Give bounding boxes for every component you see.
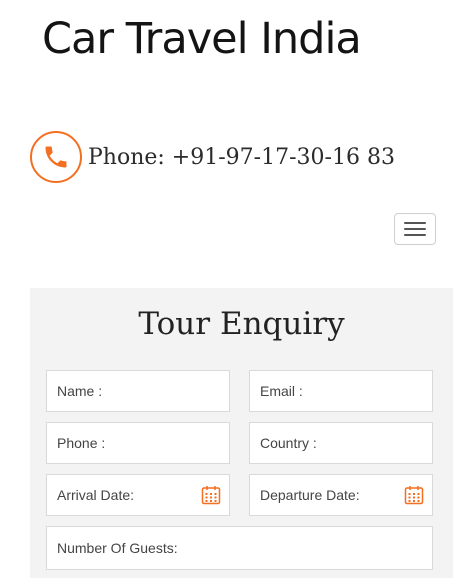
form-title: Tour Enquiry [138, 306, 345, 342]
name-field[interactable]: Name : [46, 370, 230, 412]
country-field[interactable]: Country : [249, 422, 433, 464]
departure-date-field[interactable]: Departure Date: [249, 474, 433, 516]
phone-number: Phone: +91-97-17-30-16 83 [88, 144, 395, 170]
email-field[interactable]: Email : [249, 370, 433, 412]
arrival-date-field[interactable]: Arrival Date: [46, 474, 230, 516]
calendar-icon[interactable] [201, 485, 221, 505]
site-title[interactable]: Car Travel India [42, 14, 362, 64]
phone-placeholder: Phone : [57, 435, 106, 451]
country-placeholder: Country : [260, 435, 317, 451]
phone-icon [30, 131, 82, 183]
guests-placeholder: Number Of Guests: [57, 540, 178, 556]
arrival-date-placeholder: Arrival Date: [57, 487, 135, 503]
departure-date-placeholder: Departure Date: [260, 487, 360, 503]
name-placeholder: Name : [57, 383, 103, 399]
hamburger-menu-icon[interactable] [394, 213, 436, 245]
menu-bar [404, 234, 426, 236]
tour-enquiry-form: Tour Enquiry Name : Email : Phone : Coun… [30, 288, 453, 578]
menu-bar [404, 228, 426, 230]
guests-field[interactable]: Number Of Guests: [46, 526, 433, 570]
email-placeholder: Email : [260, 383, 303, 399]
menu-bar [404, 222, 426, 224]
contact-phone[interactable]: Phone: +91-97-17-30-16 83 [30, 131, 395, 183]
phone-field[interactable]: Phone : [46, 422, 230, 464]
calendar-icon[interactable] [404, 485, 424, 505]
